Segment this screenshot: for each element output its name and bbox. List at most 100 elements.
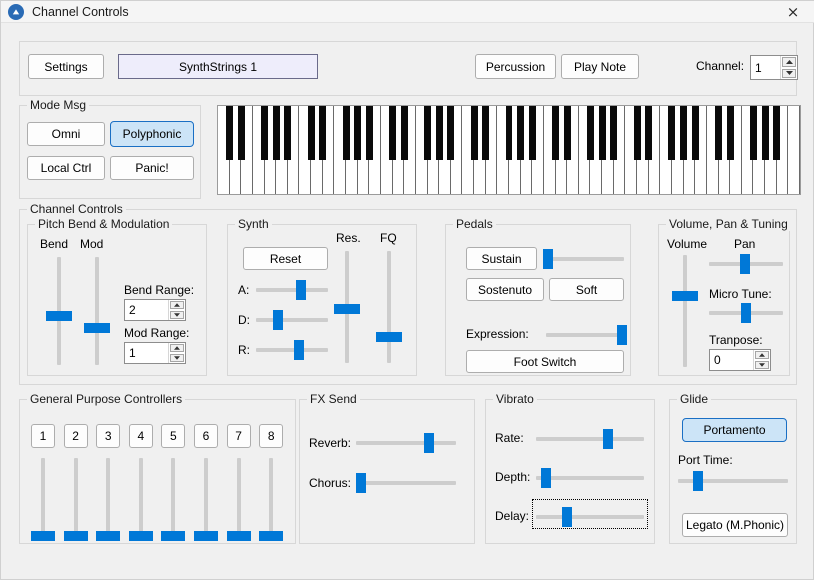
piano-black-key[interactable]: [668, 106, 676, 160]
volume-slider[interactable]: [672, 255, 698, 367]
gp-slider-thumb[interactable]: [96, 531, 121, 541]
portamento-button[interactable]: Portamento: [682, 418, 787, 442]
gp-slider-thumb[interactable]: [31, 531, 55, 541]
piano-black-key[interactable]: [319, 106, 327, 160]
depth-slider-thumb[interactable]: [540, 468, 551, 488]
channel-spinbox[interactable]: 1: [750, 55, 798, 80]
channel-spin-up-icon[interactable]: [782, 57, 796, 67]
piano-black-key[interactable]: [400, 106, 408, 160]
channel-spin-down-icon[interactable]: [782, 68, 796, 78]
piano-black-key[interactable]: [237, 106, 245, 160]
settings-button[interactable]: Settings: [28, 54, 104, 79]
depth-slider[interactable]: [536, 467, 644, 489]
piano-black-key[interactable]: [226, 106, 234, 160]
piano-black-key[interactable]: [528, 106, 536, 160]
sustain-button[interactable]: Sustain: [466, 247, 537, 270]
play-note-button[interactable]: Play Note: [561, 54, 639, 79]
transpose-spin-down-icon[interactable]: [755, 361, 769, 369]
bend-range-value[interactable]: 2: [125, 300, 168, 320]
port-time-slider-thumb[interactable]: [692, 471, 703, 491]
gp-slider-thumb[interactable]: [194, 531, 218, 541]
transpose-spin-up-icon[interactable]: [755, 351, 769, 359]
release-slider-thumb[interactable]: [294, 340, 305, 360]
attack-slider-thumb[interactable]: [296, 280, 307, 300]
chorus-slider[interactable]: [356, 472, 456, 494]
bend-slider-thumb[interactable]: [46, 311, 72, 322]
piano-black-key[interactable]: [749, 106, 757, 160]
piano-black-key[interactable]: [633, 106, 641, 160]
gp-slider-7[interactable]: [226, 458, 251, 541]
piano-black-key[interactable]: [552, 106, 560, 160]
bend-range-spinbox[interactable]: 2: [124, 299, 186, 321]
gp-slider-thumb[interactable]: [63, 531, 88, 541]
piano-black-key[interactable]: [470, 106, 478, 160]
micro-tune-slider[interactable]: [709, 303, 783, 323]
piano-black-key[interactable]: [517, 106, 525, 160]
piano-black-key[interactable]: [365, 106, 373, 160]
reverb-slider-thumb[interactable]: [424, 433, 434, 453]
piano-black-key[interactable]: [773, 106, 781, 160]
panic-button[interactable]: Panic!: [110, 156, 194, 180]
piano-black-key[interactable]: [272, 106, 280, 160]
piano-black-key[interactable]: [610, 106, 618, 160]
reverb-slider[interactable]: [356, 432, 456, 454]
micro-tune-slider-thumb[interactable]: [741, 303, 751, 323]
gp-button-7[interactable]: 7: [226, 424, 251, 448]
gp-button-4[interactable]: 4: [128, 424, 153, 448]
piano-black-key[interactable]: [726, 106, 734, 160]
piano-black-key[interactable]: [342, 106, 350, 160]
mod-slider-thumb[interactable]: [84, 323, 110, 334]
decay-slider[interactable]: [256, 310, 328, 330]
gp-button-6[interactable]: 6: [194, 424, 218, 448]
gp-slider-thumb[interactable]: [259, 531, 284, 541]
piano-black-key[interactable]: [284, 106, 292, 160]
delay-slider[interactable]: [536, 506, 644, 528]
pan-slider-thumb[interactable]: [740, 254, 751, 274]
gp-button-1[interactable]: 1: [31, 424, 55, 448]
transpose-spinbox[interactable]: 0: [709, 349, 771, 371]
piano-black-key[interactable]: [482, 106, 490, 160]
piano-black-key[interactable]: [424, 106, 431, 160]
gp-slider-3[interactable]: [96, 458, 121, 541]
mod-range-spin-down-icon[interactable]: [170, 354, 184, 362]
piano-black-key[interactable]: [680, 106, 688, 160]
transpose-value[interactable]: 0: [710, 350, 753, 370]
polyphonic-button[interactable]: Polyphonic: [110, 121, 194, 147]
chorus-slider-thumb[interactable]: [356, 473, 366, 493]
rate-slider[interactable]: [536, 428, 644, 450]
gp-slider-thumb[interactable]: [226, 531, 251, 541]
gp-button-8[interactable]: 8: [259, 424, 284, 448]
piano-white-key[interactable]: [788, 106, 800, 194]
piano-black-key[interactable]: [563, 106, 571, 160]
gp-button-5[interactable]: 5: [161, 424, 186, 448]
delay-slider-thumb[interactable]: [562, 507, 573, 527]
gp-slider-thumb[interactable]: [161, 531, 186, 541]
piano-black-key[interactable]: [505, 106, 513, 160]
mod-slider[interactable]: [84, 257, 110, 365]
local-ctrl-button[interactable]: Local Ctrl: [27, 156, 105, 180]
bend-range-spin-down-icon[interactable]: [170, 311, 184, 319]
mod-range-spinbox[interactable]: 1: [124, 342, 186, 364]
synth-reset-button[interactable]: Reset: [243, 247, 328, 270]
piano-keys[interactable]: [218, 106, 800, 194]
gp-slider-1[interactable]: [31, 458, 55, 541]
piano-black-key[interactable]: [261, 106, 269, 160]
percussion-button[interactable]: Percussion: [475, 54, 556, 79]
bend-range-spin-up-icon[interactable]: [170, 301, 184, 309]
rate-slider-thumb[interactable]: [603, 429, 614, 449]
decay-slider-thumb[interactable]: [272, 310, 283, 330]
sustain-slider[interactable]: [543, 249, 624, 269]
gp-slider-8[interactable]: [259, 458, 284, 541]
gp-slider-thumb[interactable]: [128, 531, 153, 541]
soft-button[interactable]: Soft: [549, 278, 624, 301]
gp-button-2[interactable]: 2: [63, 424, 88, 448]
foot-switch-button[interactable]: Foot Switch: [466, 350, 624, 373]
channel-value[interactable]: 1: [751, 56, 780, 79]
piano-black-key[interactable]: [447, 106, 455, 160]
port-time-slider[interactable]: [678, 470, 788, 492]
omni-button[interactable]: Omni: [27, 122, 105, 146]
piano-keyboard[interactable]: [217, 105, 801, 195]
bend-slider[interactable]: [46, 257, 72, 365]
mod-range-spin-up-icon[interactable]: [170, 344, 184, 352]
piano-black-key[interactable]: [598, 106, 606, 160]
